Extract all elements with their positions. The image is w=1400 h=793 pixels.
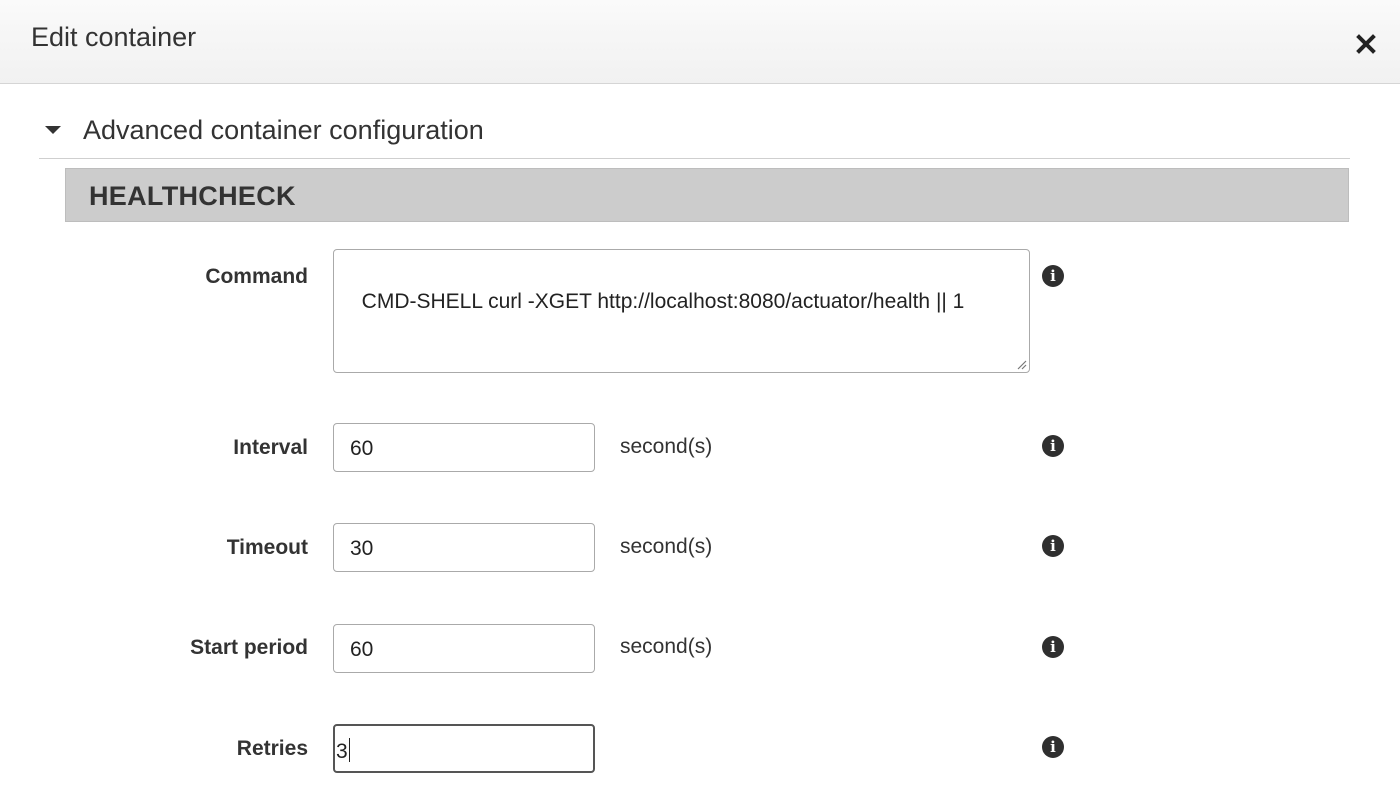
retries-info-icon[interactable]: i [1042, 736, 1064, 758]
start-period-label: Start period [190, 636, 308, 659]
timeout-label: Timeout [226, 536, 308, 559]
advanced-config-toggle[interactable]: Advanced container configuration [40, 108, 484, 152]
resize-grip-icon[interactable] [1015, 358, 1027, 370]
healthcheck-heading: HEALTHCHECK [89, 181, 296, 211]
interval-unit: second(s) [620, 435, 713, 458]
close-icon[interactable] [1354, 28, 1378, 56]
healthcheck-header: HEALTHCHECK [65, 168, 1349, 222]
section-divider [39, 158, 1350, 159]
command-textarea[interactable]: CMD-SHELL curl -XGET http://localhost:80… [333, 249, 1030, 373]
start-period-input[interactable]: 60 [333, 624, 595, 673]
command-value: CMD-SHELL curl -XGET http://localhost:80… [361, 290, 965, 313]
timeout-unit: second(s) [620, 535, 713, 558]
start-period-info-icon[interactable]: i [1042, 636, 1064, 658]
interval-input[interactable]: 60 [333, 423, 595, 472]
start-period-unit: second(s) [620, 635, 713, 658]
text-cursor [348, 738, 350, 762]
interval-info-icon[interactable]: i [1042, 435, 1064, 457]
command-label: Command [205, 265, 308, 288]
command-info-icon[interactable]: i [1042, 265, 1064, 287]
timeout-value: 30 [350, 537, 374, 560]
interval-value: 60 [350, 437, 374, 460]
retries-input[interactable]: 3 [333, 724, 595, 773]
start-period-value: 60 [350, 638, 374, 661]
dialog-title: Edit container [31, 22, 197, 52]
dialog-header: Edit container [0, 0, 1400, 84]
retries-label: Retries [236, 737, 308, 760]
timeout-info-icon[interactable]: i [1042, 535, 1064, 557]
interval-label: Interval [233, 436, 308, 459]
timeout-input[interactable]: 30 [333, 523, 595, 572]
retries-value: 3 [336, 740, 348, 763]
section-title: Advanced container configuration [83, 114, 484, 145]
caret-down-icon [45, 126, 61, 134]
